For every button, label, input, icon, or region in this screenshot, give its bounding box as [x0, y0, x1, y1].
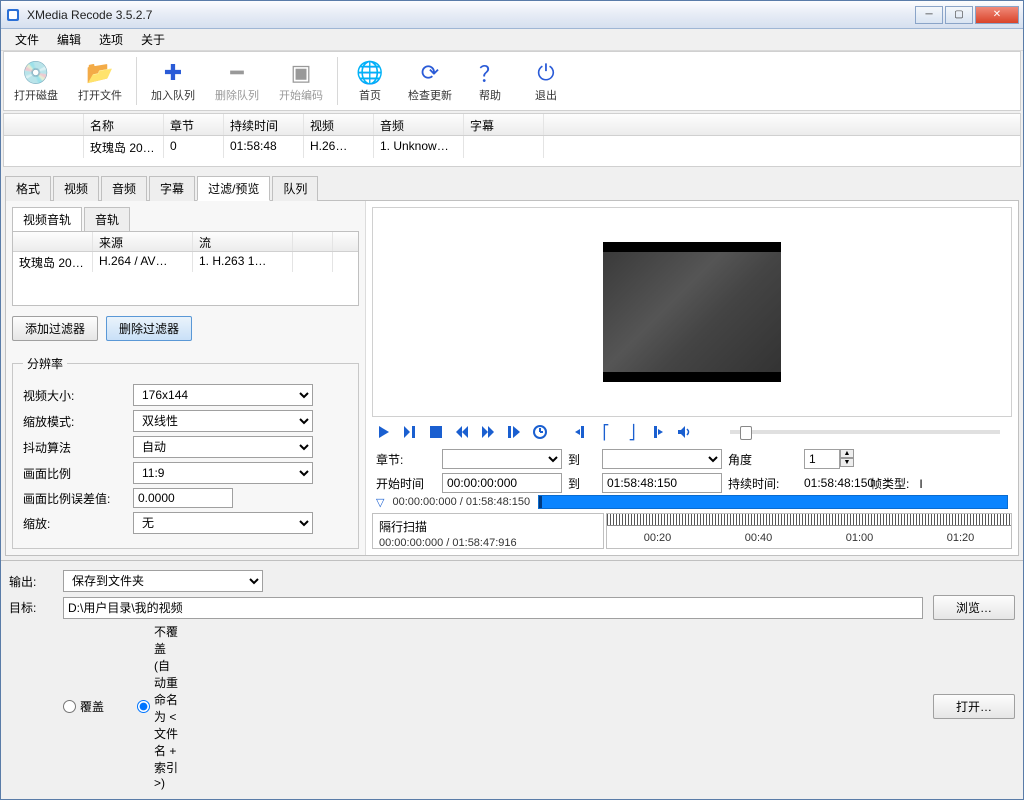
menu-file[interactable]: 文件: [7, 29, 47, 50]
folder-icon: 📂: [86, 59, 113, 87]
col-stream[interactable]: 流: [193, 232, 293, 251]
main-tabs: 格式 视频 音频 字幕 过滤/预览 队列: [5, 175, 1019, 200]
encode-icon: ▣: [291, 59, 312, 87]
filter-item-deinterlace[interactable]: 隔行扫描 00:00:00:000 / 01:58:47:916: [373, 514, 603, 549]
tab-video[interactable]: 视频: [53, 176, 99, 201]
open-file-button[interactable]: 📂打开文件: [68, 53, 132, 109]
stop-icon[interactable]: [426, 423, 446, 441]
delete-filter-button[interactable]: 删除过滤器: [106, 316, 192, 341]
help-button[interactable]: ？帮助: [462, 53, 518, 109]
home-button[interactable]: 🌐首页: [342, 53, 398, 109]
right-panel: ⎡ ⎦ 章节: 到 角度 ▲▼ 开始时间 到 持续时间: 01:58:48:15: [366, 201, 1018, 555]
exit-button[interactable]: ⏻退出: [518, 53, 574, 109]
end-time-input[interactable]: [602, 473, 722, 493]
menubar: 文件 编辑 选项 关于: [1, 29, 1023, 51]
clock-icon[interactable]: [530, 423, 550, 441]
app-icon: [5, 7, 21, 23]
tab-format[interactable]: 格式: [5, 176, 51, 201]
output-mode-select[interactable]: 保存到文件夹: [63, 570, 263, 592]
start-encode-button[interactable]: ▣开始编码: [269, 53, 333, 109]
chevron-down-icon[interactable]: ▽: [376, 496, 384, 509]
col-video[interactable]: 视频: [304, 114, 374, 135]
titlebar[interactable]: XMedia Recode 3.5.2.7 ─ ▢ ✕: [1, 1, 1023, 29]
menu-edit[interactable]: 编辑: [49, 29, 89, 50]
next-icon[interactable]: [400, 423, 420, 441]
minus-icon: ━: [230, 59, 243, 87]
mark-start-icon[interactable]: ⎡: [596, 423, 616, 441]
subtab-video-track[interactable]: 视频音轨: [12, 207, 82, 231]
scale-mode-select[interactable]: 双线性: [133, 410, 313, 432]
ruler-1[interactable]: 00:2000:4001:0001:20: [607, 514, 1011, 549]
track-grid: 来源 流 玫瑰岛 202… H.264 / AV… 1. H.263 1…: [12, 231, 359, 306]
left-panel: 视频音轨 音轨 来源 流 玫瑰岛 202… H.264 / AV… 1. H.2…: [6, 201, 366, 555]
video-size-select[interactable]: 176x144: [133, 384, 313, 406]
aspect-select[interactable]: 11:9: [133, 462, 313, 484]
preview-box: [372, 207, 1012, 417]
spin-up-icon[interactable]: ▲: [840, 449, 854, 458]
dither-select[interactable]: 自动: [133, 436, 313, 458]
chapter-from-select[interactable]: [442, 449, 562, 469]
app-window: XMedia Recode 3.5.2.7 ─ ▢ ✕ 文件 编辑 选项 关于 …: [0, 0, 1024, 800]
minimize-button[interactable]: ─: [915, 6, 943, 24]
no-overwrite-radio[interactable]: 不覆盖 (自动重命名为 <文件名 + 索引>): [137, 623, 181, 790]
col-audio[interactable]: 音频: [374, 114, 464, 135]
menu-about[interactable]: 关于: [133, 29, 173, 50]
maximize-button[interactable]: ▢: [945, 6, 973, 24]
chapter-to-select[interactable]: [602, 449, 722, 469]
resolution-group: 分辨率 视频大小:176x144 缩放模式:双线性 抖动算法自动 画面比例11:…: [12, 355, 359, 549]
volume-icon[interactable]: [674, 423, 694, 441]
angle-spinner[interactable]: ▲▼: [804, 449, 864, 469]
tab-queue[interactable]: 队列: [272, 176, 318, 201]
seek-slider[interactable]: [730, 430, 1000, 434]
zoom-select[interactable]: 无: [133, 512, 313, 534]
window-title: XMedia Recode 3.5.2.7: [27, 8, 913, 22]
menu-options[interactable]: 选项: [91, 29, 131, 50]
step-icon[interactable]: [504, 423, 524, 441]
add-filter-button[interactable]: 添加过滤器: [12, 316, 98, 341]
spin-down-icon[interactable]: ▼: [840, 458, 854, 467]
open-disc-button[interactable]: 💿打开磁盘: [4, 53, 68, 109]
add-queue-button[interactable]: ✚加入队列: [141, 53, 205, 109]
aspect-error-input[interactable]: [133, 488, 233, 508]
open-button[interactable]: 打开…: [933, 694, 1015, 719]
browse-button[interactable]: 浏览…: [933, 595, 1015, 620]
target-path-input[interactable]: [63, 597, 923, 619]
overwrite-radio[interactable]: 覆盖: [63, 698, 107, 715]
timeline-column: 00:2000:4001:0001:20 00:2000:4001:0001:2…: [606, 513, 1012, 549]
mark-out-icon[interactable]: [648, 423, 668, 441]
mark-end-icon[interactable]: ⎦: [622, 423, 642, 441]
globe-icon: 🌐: [356, 59, 383, 87]
video-preview[interactable]: [603, 242, 781, 382]
bottom-panel: 输出: 保存到文件夹 目标: 浏览… 覆盖 不覆盖 (自动重命名为 <文件名 +…: [1, 560, 1023, 799]
file-list: 名称 章节 持续时间 视频 音频 字幕 玫瑰岛 20… 0 01:58:48 H…: [3, 113, 1021, 167]
player-controls: ⎡ ⎦: [372, 417, 1012, 447]
rewind-icon[interactable]: [452, 423, 472, 441]
col-chapter[interactable]: 章节: [164, 114, 224, 135]
col-duration[interactable]: 持续时间: [224, 114, 304, 135]
disc-icon: 💿: [22, 59, 49, 87]
tab-audio[interactable]: 音频: [101, 176, 147, 201]
close-button[interactable]: ✕: [975, 6, 1019, 24]
file-row[interactable]: 玫瑰岛 20… 0 01:58:48 H.26… 1. Unknow…: [4, 136, 1020, 158]
question-icon: ？: [479, 59, 501, 87]
subtab-audio-track[interactable]: 音轨: [84, 207, 130, 231]
progress-bar[interactable]: [538, 495, 1008, 509]
mark-in-icon[interactable]: [570, 423, 590, 441]
col-name[interactable]: 名称: [84, 114, 164, 135]
check-update-button[interactable]: ⟳检查更新: [398, 53, 462, 109]
fastfwd-icon[interactable]: [478, 423, 498, 441]
track-row[interactable]: 玫瑰岛 202… H.264 / AV… 1. H.263 1…: [13, 252, 358, 272]
plus-icon: ✚: [164, 59, 182, 87]
del-queue-button[interactable]: ━删除队列: [205, 53, 269, 109]
play-icon[interactable]: [374, 423, 394, 441]
tab-subtitle[interactable]: 字幕: [149, 176, 195, 201]
col-source[interactable]: 来源: [93, 232, 193, 251]
filters-column: 隔行扫描 00:00:00:000 / 01:58:47:916 裁剪 填充: [372, 513, 604, 549]
refresh-icon: ⟳: [421, 59, 439, 87]
toolbar: 💿打开磁盘 📂打开文件 ✚加入队列 ━删除队列 ▣开始编码 🌐首页 ⟳检查更新 …: [3, 51, 1021, 111]
power-icon: ⏻: [537, 59, 554, 87]
col-subtitle[interactable]: 字幕: [464, 114, 544, 135]
start-time-input[interactable]: [442, 473, 562, 493]
tab-filter[interactable]: 过滤/预览: [197, 176, 270, 201]
